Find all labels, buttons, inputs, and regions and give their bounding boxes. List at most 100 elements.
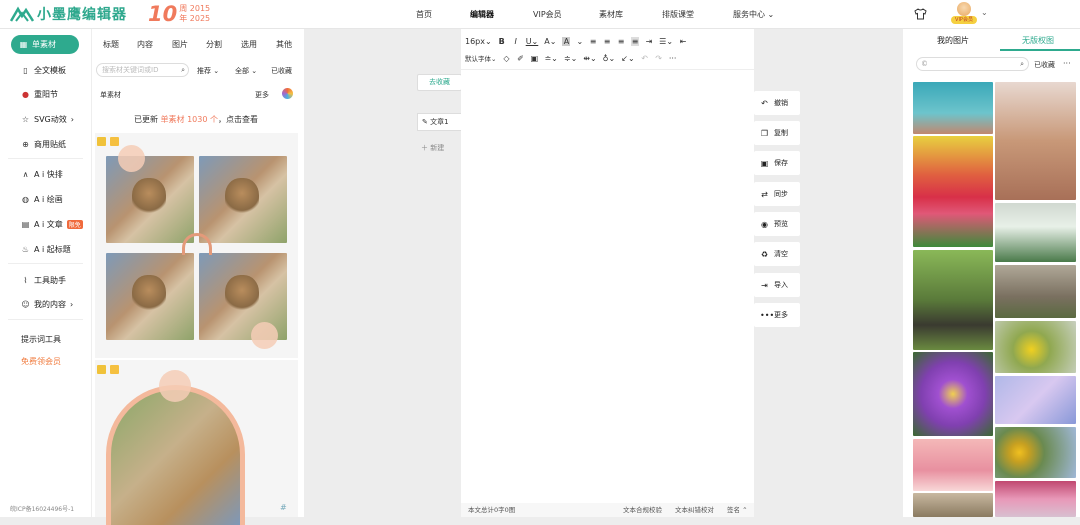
arrow-icon[interactable]: ↙⌄ xyxy=(621,54,634,63)
material-card[interactable] xyxy=(95,360,298,525)
tab-image[interactable]: 图片 xyxy=(172,39,188,50)
photo-man-grass[interactable] xyxy=(913,250,993,350)
photo-pink-flowers[interactable] xyxy=(995,481,1076,517)
sidebar-item-full-template[interactable]: ▯ 全文模板 xyxy=(21,65,66,76)
sidebar-item-svg[interactable]: ☆ SVG动效 › xyxy=(21,114,74,125)
nav-course[interactable]: 排版课堂 xyxy=(662,9,694,20)
collected-filter[interactable]: 已收藏 xyxy=(1034,60,1055,70)
image-search-input[interactable]: © ⌕ xyxy=(916,57,1029,71)
doc-tab-article[interactable]: ✎ 文章1 xyxy=(417,113,462,131)
eraser-icon[interactable]: ◇ xyxy=(502,54,510,63)
tab-my-images[interactable]: 我的图片 xyxy=(937,35,969,46)
nav-library[interactable]: 素材库 xyxy=(599,9,623,20)
photo-field[interactable] xyxy=(995,265,1076,318)
logo[interactable]: 小墨鹰编辑器 xyxy=(10,4,127,24)
italic-icon[interactable]: I xyxy=(512,37,520,46)
sidebar-item-ai-paint[interactable]: ◍ A i 绘画 xyxy=(21,194,63,205)
nav-service[interactable]: 服务中心 ⌄ xyxy=(733,9,774,20)
sidebar-item-ai-article[interactable]: ▤ A i 文章 限免 xyxy=(21,219,83,230)
align-left-icon[interactable]: ≡ xyxy=(589,37,597,46)
material-search-input[interactable]: 搜索材关键词或ID ⌕ xyxy=(96,63,189,77)
photo-blossom-teal[interactable] xyxy=(913,82,993,134)
format-brush-icon[interactable]: ✐ xyxy=(516,54,524,63)
photo-stone[interactable] xyxy=(913,493,993,517)
hash-icon[interactable]: # xyxy=(280,503,287,512)
letter-spacing-icon[interactable]: ⇹⌄ xyxy=(583,54,596,63)
font-size-select[interactable]: 16px⌄ xyxy=(465,37,492,46)
tab-title[interactable]: 标题 xyxy=(103,39,119,50)
proofread-button[interactable]: 文本纠错校对 xyxy=(675,503,714,517)
photo-lilac-flower[interactable] xyxy=(995,376,1076,424)
bookmark-icon[interactable] xyxy=(97,365,106,374)
indent-icon[interactable]: ⇥ xyxy=(645,37,653,46)
editor-content-area[interactable] xyxy=(461,70,754,502)
new-doc-button[interactable]: ＋ 新建 xyxy=(417,140,462,156)
color-wheel-icon[interactable] xyxy=(282,88,293,99)
sidebar-item-my-content[interactable]: ☺ 我的内容 › xyxy=(21,299,73,310)
list-icon[interactable]: ☰⌄ xyxy=(659,37,673,46)
search-icon[interactable]: ⌕ xyxy=(1020,58,1024,70)
more-link[interactable]: 更多 xyxy=(255,90,269,100)
export-icon[interactable]: ⇤ xyxy=(679,37,687,46)
shirt-icon[interactable] xyxy=(914,8,927,20)
photo-dry-blossom[interactable] xyxy=(995,82,1076,200)
collected-filter[interactable]: 已收藏 xyxy=(271,66,292,76)
font-color-icon[interactable]: A⌄ xyxy=(544,37,556,46)
filter-all[interactable]: 全部 ⌄ xyxy=(235,66,257,76)
sidebar-item-ai-layout[interactable]: ∧ A i 快排 xyxy=(21,169,63,180)
bold-icon[interactable]: B xyxy=(498,37,506,46)
sync-button[interactable]: ⇄ 同步 xyxy=(754,182,800,206)
highlight-icon[interactable]: A xyxy=(562,36,571,46)
tab-selected[interactable]: 选用 xyxy=(241,39,257,50)
icp-text[interactable]: 皖ICP备16024496号-1 xyxy=(10,504,74,513)
tab-other[interactable]: 其他 xyxy=(276,39,292,50)
image-icon[interactable]: ▣ xyxy=(530,54,539,63)
filter-recommend[interactable]: 推荐 ⌄ xyxy=(197,66,219,76)
import-button[interactable]: ⇥ 导入 xyxy=(754,273,800,297)
more-icon[interactable]: ··· xyxy=(669,54,677,63)
sidebar-item-single-material[interactable]: ▦ 单素材 xyxy=(11,35,79,54)
justify-icon[interactable]: ≡ xyxy=(631,36,640,46)
tab-content[interactable]: 内容 xyxy=(137,39,153,50)
paragraph-spacing-icon[interactable]: ≑⌄ xyxy=(564,54,577,63)
sidebar-item-chongyang[interactable]: ● 重阳节 xyxy=(21,89,58,100)
underline-icon[interactable]: U⌄ xyxy=(526,37,539,46)
sidebar-item-tools[interactable]: ⌇ 工具助手 xyxy=(21,275,66,286)
undo-button[interactable]: ↶ 撤销 xyxy=(754,91,800,115)
line-height-icon[interactable]: ≐⌄ xyxy=(544,54,557,63)
clear-button[interactable]: ♻ 清空 xyxy=(754,242,800,266)
sidebar-item-free-vip[interactable]: 免费领会员 xyxy=(21,356,61,367)
photo-sunflower[interactable] xyxy=(995,427,1076,478)
nav-vip[interactable]: VIP会员 xyxy=(533,9,562,20)
copy-button[interactable]: ❐ 复制 xyxy=(754,121,800,145)
font-family-select[interactable]: 默认字体⌄ xyxy=(465,53,496,63)
more-icon[interactable]: ··· xyxy=(1063,59,1071,68)
bookmark-icon[interactable] xyxy=(97,137,106,146)
chevron-down-icon[interactable]: ⌄ xyxy=(576,37,583,46)
preview-button[interactable]: ◉ 预览 xyxy=(754,212,800,236)
align-center-icon[interactable]: ≡ xyxy=(603,37,611,46)
align-right-icon[interactable]: ≡ xyxy=(617,37,625,46)
photo-pink-blossom[interactable] xyxy=(913,439,993,491)
bulb-icon[interactable]: ♁⌄ xyxy=(603,54,616,63)
photo-tulips[interactable] xyxy=(913,136,993,247)
tab-divider[interactable]: 分割 xyxy=(206,39,222,50)
update-notice[interactable]: 已更新 单素材 1030 个，点击查看 xyxy=(96,109,296,131)
tab-free-images[interactable]: 无版权图 xyxy=(1022,35,1054,46)
photo-purple-flower[interactable] xyxy=(913,352,993,436)
avatar[interactable]: VIP会员 xyxy=(951,2,977,26)
search-icon[interactable]: ⌕ xyxy=(181,64,185,76)
sidebar-item-prompt-tool[interactable]: 提示词工具 xyxy=(21,334,61,345)
nav-home[interactable]: 首页 xyxy=(416,9,432,20)
compliance-check-button[interactable]: 文本合规校验 xyxy=(623,503,662,517)
photo-snowdrops[interactable] xyxy=(995,203,1076,262)
sidebar-item-ai-title[interactable]: ♨ A i 起标题 xyxy=(21,244,71,255)
signature-button[interactable]: 签名 ⌃ xyxy=(727,503,748,517)
save-button[interactable]: ▣ 保存 xyxy=(754,151,800,175)
photo-yellow-flowers[interactable] xyxy=(995,321,1076,373)
redo-icon[interactable]: ↷ xyxy=(655,54,663,63)
doc-tab-collect[interactable]: 去收藏 xyxy=(417,74,462,91)
avatar-chevron-icon[interactable]: ⌄ xyxy=(981,8,988,17)
sidebar-item-sticker[interactable]: ⊕ 商用贴纸 xyxy=(21,139,66,150)
nav-editor[interactable]: 编辑器 xyxy=(470,9,494,20)
